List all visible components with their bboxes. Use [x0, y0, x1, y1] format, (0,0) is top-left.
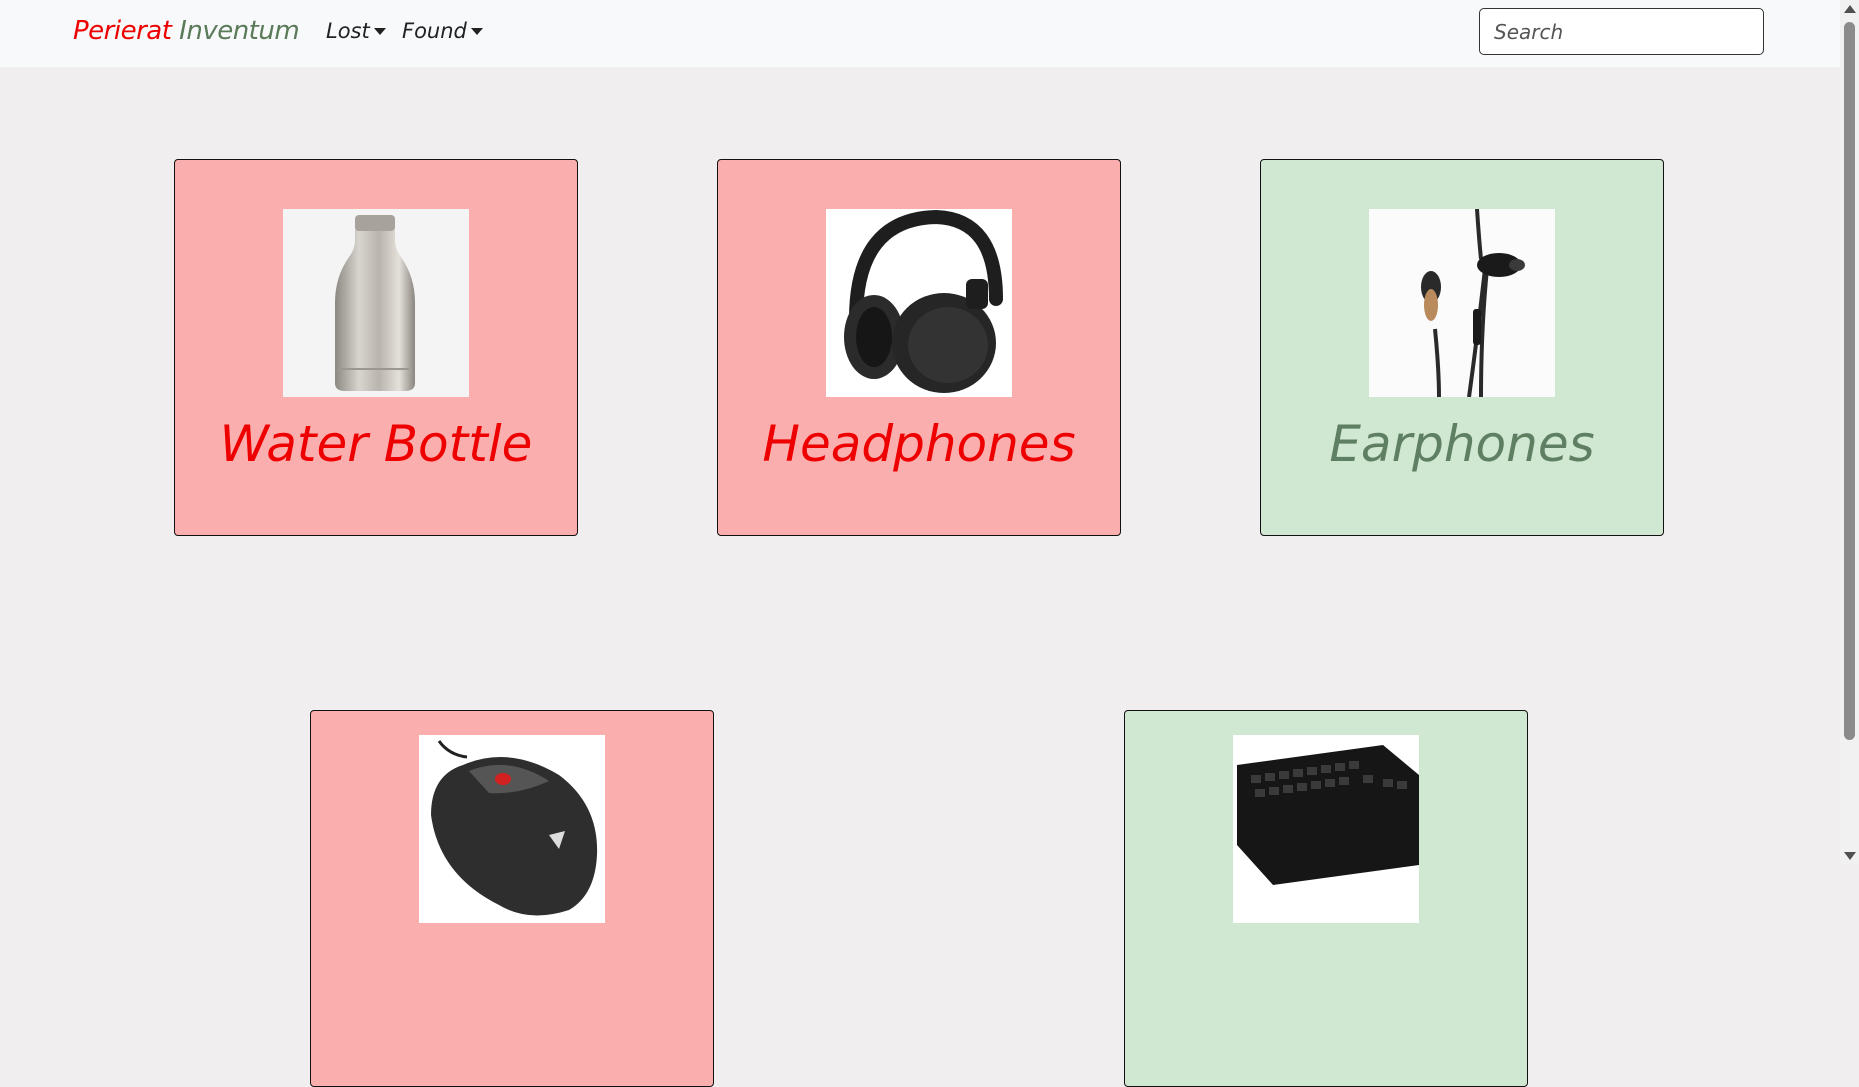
- scrollbar-thumb[interactable]: [1844, 22, 1855, 740]
- navbar: Perierat Inventum Lost Found: [0, 0, 1840, 67]
- caret-down-icon: [373, 28, 386, 35]
- item-card-headphones[interactable]: Headphones: [717, 159, 1121, 536]
- item-card-label: Earphones: [1329, 415, 1595, 473]
- search-input[interactable]: [1479, 8, 1764, 55]
- item-card-label: Water Bottle: [219, 415, 533, 473]
- brand-part-2: Inventum: [179, 16, 300, 46]
- nav-found-label: Found: [402, 19, 467, 43]
- headphones-image: [826, 209, 1012, 397]
- nav-lost-dropdown[interactable]: Lost: [326, 19, 386, 43]
- nav-found-dropdown[interactable]: Found: [402, 19, 483, 43]
- item-card-mouse[interactable]: [310, 710, 714, 1087]
- page-scrollbar[interactable]: [1840, 0, 1859, 865]
- caret-down-icon: [470, 28, 483, 35]
- keyboard-image: [1233, 735, 1419, 923]
- computer-mouse-image: [419, 735, 605, 923]
- brand-part-1: Perierat: [73, 16, 172, 46]
- item-card-keyboard[interactable]: [1124, 710, 1528, 1087]
- item-card-water-bottle[interactable]: Water Bottle: [174, 159, 578, 536]
- item-card-earphones[interactable]: Earphones: [1260, 159, 1664, 536]
- brand-logo[interactable]: Perierat Inventum: [73, 16, 300, 46]
- water-bottle-image: [283, 209, 469, 397]
- scroll-down-arrow-icon[interactable]: [1844, 852, 1856, 860]
- nav-lost-label: Lost: [326, 19, 370, 43]
- item-card-label: Headphones: [762, 415, 1076, 473]
- earphones-image: [1369, 209, 1555, 397]
- scroll-up-arrow-icon[interactable]: [1844, 5, 1856, 13]
